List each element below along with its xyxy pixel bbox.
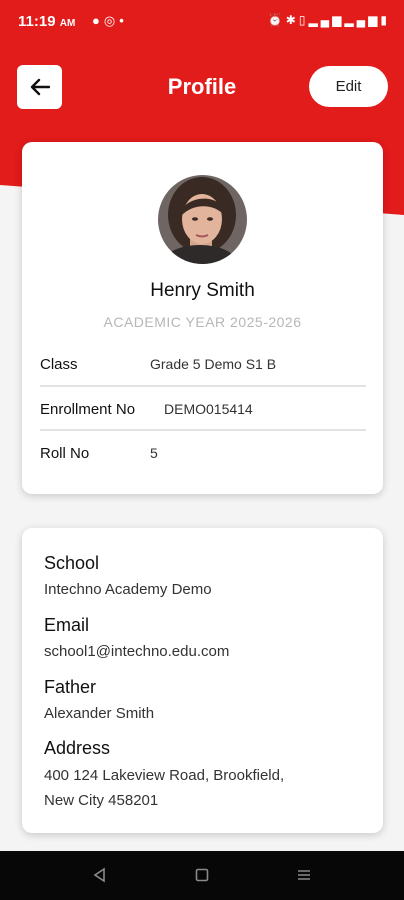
academic-year: ACADEMIC YEAR 2025-2026: [103, 314, 302, 330]
status-bar: 11:19 AM ●◎• ⏰✱▯▂▄▆▂▄▆▮: [0, 0, 404, 44]
address-value-line1: 400 124 Lakeview Road, Brookfield,: [44, 767, 285, 784]
school-value: Intechno Academy Demo: [44, 581, 212, 598]
profile-card: Henry Smith ACADEMIC YEAR 2025-2026 Clas…: [22, 142, 383, 494]
student-name: Henry Smith: [150, 280, 255, 301]
battery-icon: ▮: [380, 13, 390, 27]
email-label: Email: [44, 615, 90, 635]
details-card: School Intechno Academy Demo Email schoo…: [22, 528, 383, 833]
address-value-line2: New City 458201: [44, 792, 159, 809]
bluetooth-icon: ✱: [285, 13, 299, 27]
enrollment-value: DEMO015414: [164, 401, 253, 417]
avatar: [158, 175, 247, 264]
class-label: Class: [40, 356, 78, 373]
nav-recents-icon[interactable]: [297, 867, 311, 883]
vibrate-icon: ▯: [298, 13, 309, 27]
chat-icon: ●: [92, 13, 104, 28]
status-time: 11:19 AM: [18, 13, 76, 30]
roll-label: Roll No: [40, 445, 90, 462]
system-nav-bar: [0, 851, 404, 900]
enrollment-label: Enrollment No: [40, 401, 136, 418]
father-value: Alexander Smith: [44, 705, 155, 722]
nav-back-icon[interactable]: [92, 867, 106, 883]
edit-button[interactable]: Edit: [309, 66, 388, 107]
roll-value: 5: [150, 445, 158, 461]
dot-icon: •: [119, 13, 128, 28]
father-label: Father: [44, 677, 97, 697]
signal-icon: ▂▄▆: [344, 13, 381, 27]
nav-home-icon[interactable]: [195, 867, 209, 883]
class-value: Grade 5 Demo S1 B: [150, 356, 277, 372]
status-right-icons: ⏰✱▯▂▄▆▂▄▆▮: [268, 13, 390, 27]
class-row: Class Grade 5 Demo S1 B: [40, 342, 366, 386]
signal-icon: ▂▄▆: [308, 13, 345, 27]
alarm-icon: ⏰: [267, 13, 286, 27]
enrollment-row: Enrollment No DEMO015414: [40, 387, 366, 431]
address-label: Address: [44, 738, 111, 758]
whatsapp-icon: ◎: [103, 13, 120, 28]
roll-row: Roll No 5: [40, 431, 366, 475]
school-label: School: [44, 553, 100, 573]
status-left-icons: ●◎•: [92, 13, 128, 29]
email-value: school1@intechno.edu.com: [44, 643, 230, 660]
